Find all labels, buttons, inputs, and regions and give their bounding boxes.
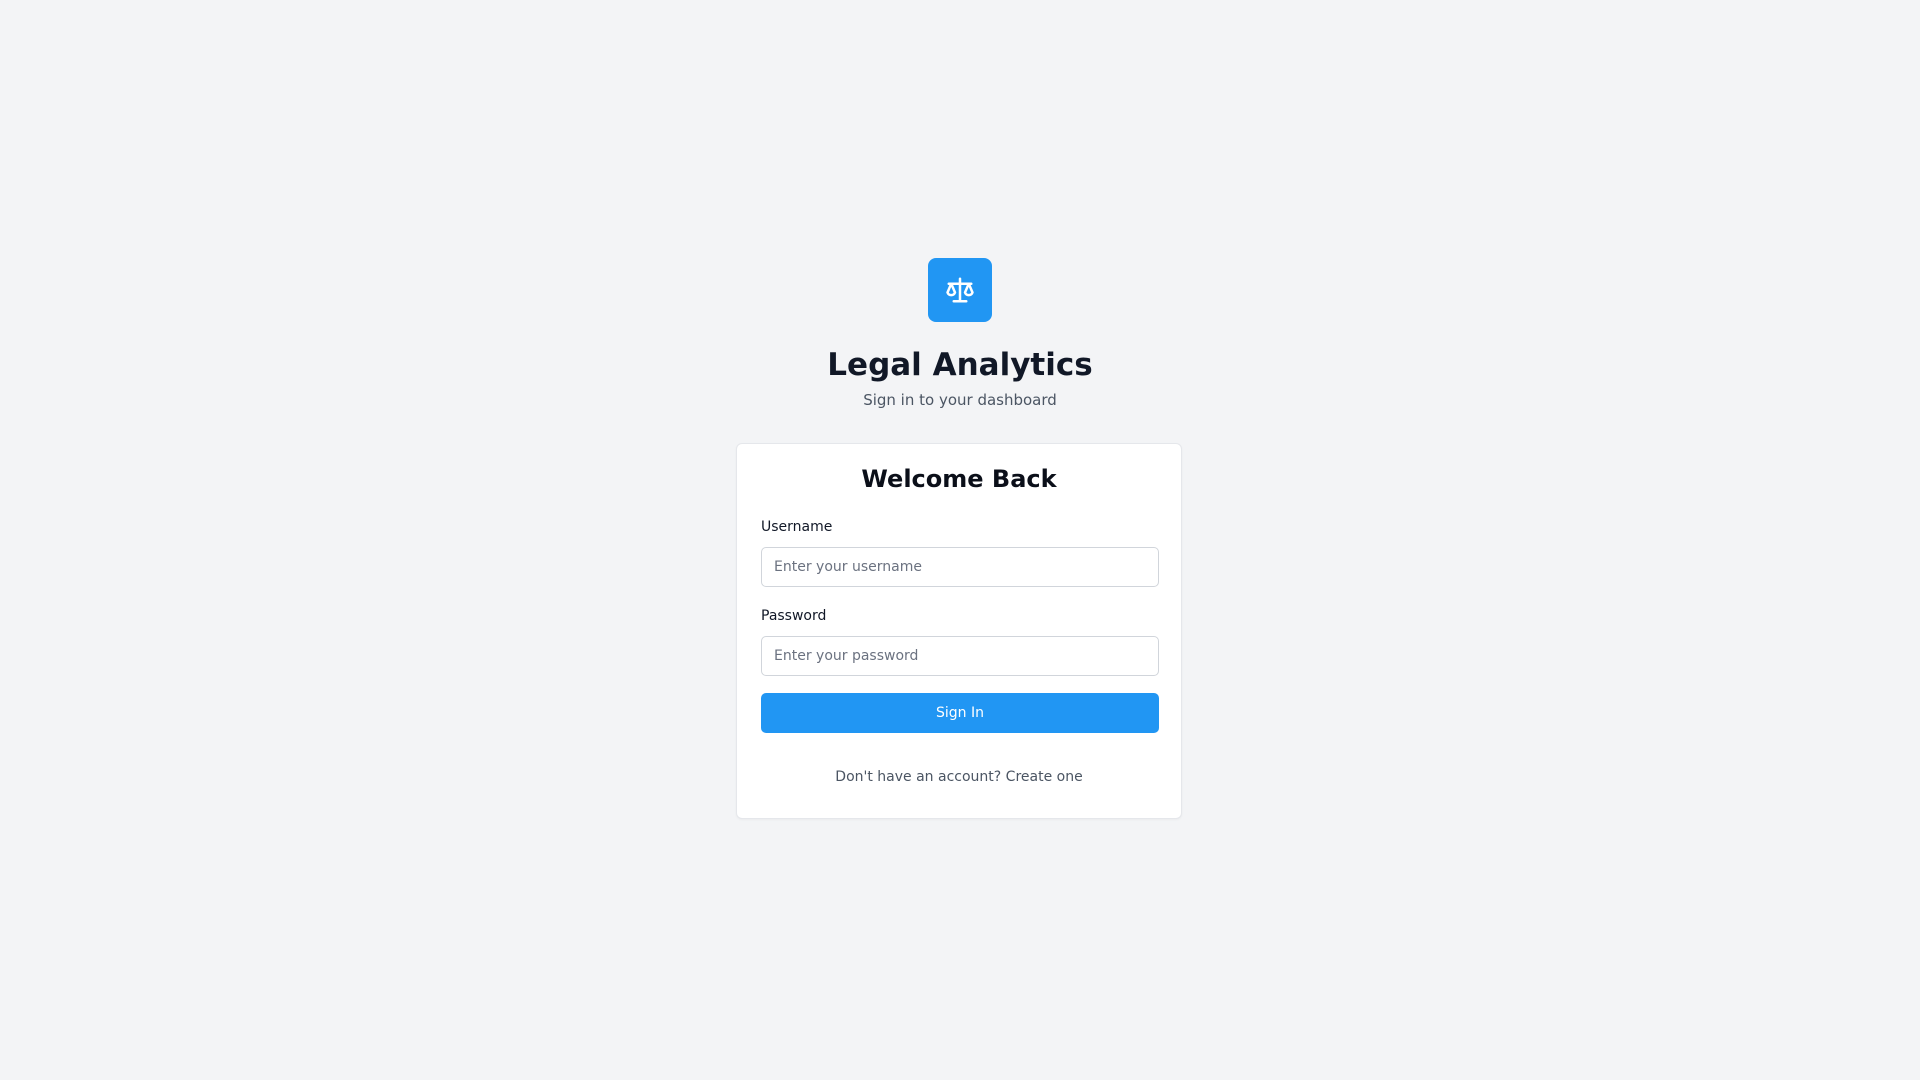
signup-prompt-text: Don't have an account? [835, 769, 1002, 785]
create-account-link[interactable]: Create one [1006, 769, 1083, 785]
login-page: Legal Analytics Sign in to your dashboar… [0, 0, 1920, 1080]
sign-in-button[interactable]: Sign In [761, 693, 1159, 733]
app-subtitle: Sign in to your dashboard [863, 391, 1057, 409]
username-label: Username [761, 519, 833, 535]
password-input[interactable] [761, 636, 1159, 676]
password-label: Password [761, 608, 827, 624]
card-title: Welcome Back [861, 465, 1057, 493]
app-logo [928, 258, 992, 322]
username-input[interactable] [761, 547, 1159, 587]
app-title: Legal Analytics [827, 347, 1093, 383]
brand-header: Legal Analytics Sign in to your dashboar… [0, 258, 1920, 410]
scale-icon [945, 275, 975, 305]
login-card: Welcome Back Username Password Sign In D… [736, 443, 1182, 819]
signup-prompt-row: Don't have an account? Create one [761, 768, 1157, 786]
